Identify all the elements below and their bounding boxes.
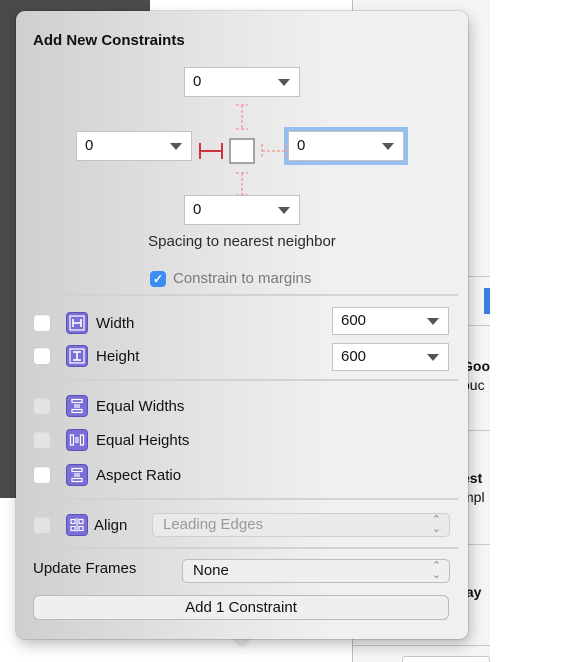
divider xyxy=(25,294,458,296)
inspector-field xyxy=(402,656,490,662)
chevron-down-icon[interactable] xyxy=(278,207,290,214)
updown-chevron-icon: ⌃ ⌄ xyxy=(431,514,441,535)
divider xyxy=(25,547,458,549)
popover-title: Add New Constraints xyxy=(33,32,185,49)
chevron-down-icon[interactable] xyxy=(170,143,182,150)
update-frames-label: Update Frames xyxy=(33,560,137,577)
width-value: 600 xyxy=(341,312,367,329)
right-spacing-combo[interactable]: 0 xyxy=(288,131,404,161)
checkmark-icon[interactable]: ✓ xyxy=(150,270,166,287)
constraint-pin-diagram xyxy=(199,104,287,195)
updown-chevron-icon: ⌃ ⌄ xyxy=(431,560,441,581)
height-row: Height xyxy=(33,344,139,368)
add-constraints-button[interactable]: Add 1 Constraint xyxy=(33,595,449,620)
align-select[interactable]: Leading Edges ⌃ ⌄ xyxy=(152,513,450,537)
align-checkbox[interactable] xyxy=(33,516,51,534)
divider xyxy=(25,379,458,381)
top-spacing-value: 0 xyxy=(193,73,202,90)
align-icon xyxy=(66,514,88,536)
constrain-to-margins-checkbox[interactable]: ✓ Constrain to margins xyxy=(150,270,311,287)
height-value: 600 xyxy=(341,348,367,365)
width-label: Width xyxy=(96,314,135,332)
chevron-down-icon[interactable] xyxy=(382,143,394,150)
aspect-ratio-icon xyxy=(66,464,88,486)
height-icon xyxy=(66,345,88,367)
right-spacing-value: 0 xyxy=(297,137,306,154)
left-pin-icon[interactable] xyxy=(199,143,223,159)
equal-widths-icon xyxy=(66,395,88,417)
aspect-ratio-label: Aspect Ratio xyxy=(96,466,182,484)
aspect-ratio-checkbox[interactable] xyxy=(33,466,51,484)
divider xyxy=(25,498,458,500)
equal-heights-icon xyxy=(66,429,88,451)
add-constraints-popover: Add New Constraints 0 0 0 0 Spacing to n… xyxy=(16,11,468,639)
aspect-ratio-row: Aspect Ratio xyxy=(33,463,181,487)
chevron-down-icon[interactable] xyxy=(278,79,290,86)
left-spacing-combo[interactable]: 0 xyxy=(76,131,192,161)
height-label: Height xyxy=(96,347,140,365)
equal-heights-row: Equal Heights xyxy=(33,428,189,452)
align-select-value: Leading Edges xyxy=(163,516,264,533)
bottom-pin-icon[interactable] xyxy=(236,172,248,195)
update-frames-select[interactable]: None ⌃ ⌄ xyxy=(182,559,450,583)
constrain-to-margins-label: Constrain to margins xyxy=(173,270,312,287)
equal-widths-row: Equal Widths xyxy=(33,394,184,418)
width-checkbox[interactable] xyxy=(33,314,51,332)
equal-heights-label: Equal Heights xyxy=(96,431,190,449)
width-icon xyxy=(66,312,88,334)
top-spacing-combo[interactable]: 0 xyxy=(184,67,300,97)
align-row: Align xyxy=(33,513,127,537)
left-spacing-value: 0 xyxy=(85,137,94,154)
width-value-combo[interactable]: 600 xyxy=(332,307,449,335)
view-box-icon xyxy=(229,138,255,164)
chevron-down-icon[interactable] xyxy=(427,354,439,361)
align-label: Align xyxy=(94,516,128,534)
spacing-caption: Spacing to nearest neighbor xyxy=(148,233,336,250)
height-checkbox[interactable] xyxy=(33,347,51,365)
update-frames-value: None xyxy=(193,562,229,579)
height-value-combo[interactable]: 600 xyxy=(332,343,449,371)
equal-heights-checkbox[interactable] xyxy=(33,431,51,449)
chevron-down-icon[interactable] xyxy=(427,318,439,325)
bottom-spacing-value: 0 xyxy=(193,201,202,218)
top-pin-icon[interactable] xyxy=(236,104,248,130)
inspector-selected-item xyxy=(484,288,490,314)
right-pin-icon[interactable] xyxy=(261,144,287,158)
width-row: Width xyxy=(33,311,134,335)
equal-widths-checkbox[interactable] xyxy=(33,397,51,415)
inspector-separator xyxy=(353,645,490,646)
equal-widths-label: Equal Widths xyxy=(96,397,185,415)
bottom-spacing-combo[interactable]: 0 xyxy=(184,195,300,225)
